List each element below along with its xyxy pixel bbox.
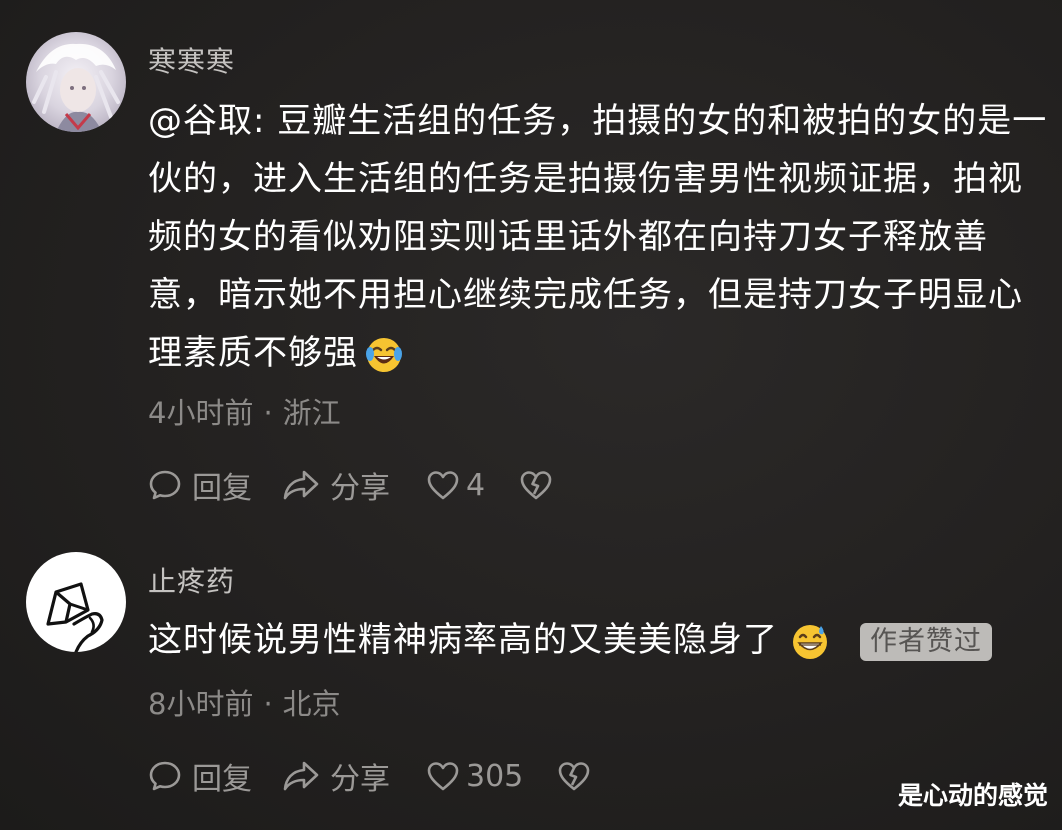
comment-line: 理素质不够强 — [148, 324, 1047, 382]
share-label: 分享 — [330, 471, 390, 506]
reply-label: 回复 — [192, 471, 252, 506]
comment-meta: 4小时前 · 浙江 — [148, 390, 341, 432]
comment-actions: 回复 分享 305 — [148, 754, 591, 798]
comment-line: @谷取: 豆瓣生活组的任务，拍摄的女的和被拍的女的是一 — [148, 101, 1048, 141]
comment-time: 4小时前 — [148, 396, 254, 430]
comment-line: 伙的，进入生活组的任务是拍摄伤害男性视频证据，拍视 — [148, 159, 1023, 199]
share-button[interactable]: 分享 — [282, 754, 390, 798]
comment-line-text: 这时候说男性精神病率高的又美美隐身了 — [148, 620, 778, 660]
comment-text: 这时候说男性精神病率高的又美美隐身了 作者赞过 — [148, 611, 992, 669]
comment-location: 北京 — [282, 687, 341, 721]
watermark: 是心动的感觉 — [897, 781, 1048, 810]
author-liked-badge: 作者赞过 — [860, 622, 992, 661]
share-arrow-icon — [282, 759, 320, 793]
avatar[interactable] — [26, 32, 126, 132]
dislike-button[interactable] — [557, 760, 591, 792]
like-button[interactable]: 4 — [426, 468, 485, 503]
grinning-sweat-emoji — [790, 622, 830, 662]
broken-heart-icon — [519, 469, 553, 501]
like-count: 305 — [466, 758, 524, 794]
comment-location: 浙江 — [282, 396, 341, 430]
comment-bubble-icon — [148, 759, 182, 793]
broken-heart-icon — [557, 760, 591, 792]
comment-text: @谷取: 豆瓣生活组的任务，拍摄的女的和被拍的女的是一 伙的，进入生活组的任务是… — [148, 92, 1047, 382]
laughing-crying-emoji — [364, 335, 404, 375]
comment-time: 8小时前 — [148, 687, 254, 721]
meta-separator: · — [263, 687, 273, 721]
avatar[interactable] — [26, 552, 126, 652]
comment-meta: 8小时前 · 北京 — [148, 681, 341, 723]
comment-line: 频的女的看似劝阻实则话里话外都在向持刀女子释放善 — [148, 217, 988, 257]
heart-icon — [426, 760, 460, 792]
comment-list: 寒寒寒 @谷取: 豆瓣生活组的任务，拍摄的女的和被拍的女的是一 伙的，进入生活组… — [0, 0, 1062, 830]
share-arrow-icon — [282, 468, 320, 502]
reply-button[interactable]: 回复 — [148, 754, 252, 798]
comment-bubble-icon — [148, 468, 182, 502]
username[interactable]: 寒寒寒 — [148, 40, 235, 80]
comment-line: 这时候说男性精神病率高的又美美隐身了 作者赞过 — [148, 611, 992, 669]
heart-icon — [426, 469, 460, 501]
comment-line: 意，暗示她不用担心继续完成任务，但是持刀女子明显心 — [148, 275, 1023, 315]
reply-button[interactable]: 回复 — [148, 463, 252, 507]
comment-line-text: 理素质不够强 — [148, 333, 358, 373]
username[interactable]: 止疼药 — [148, 560, 235, 600]
comment-actions: 回复 分享 4 — [148, 463, 553, 507]
like-count: 4 — [466, 467, 486, 503]
reply-label: 回复 — [192, 762, 252, 797]
like-button[interactable]: 305 — [426, 759, 523, 794]
meta-separator: · — [263, 396, 273, 430]
share-label: 分享 — [330, 762, 390, 797]
dislike-button[interactable] — [519, 469, 553, 501]
share-button[interactable]: 分享 — [282, 463, 390, 507]
